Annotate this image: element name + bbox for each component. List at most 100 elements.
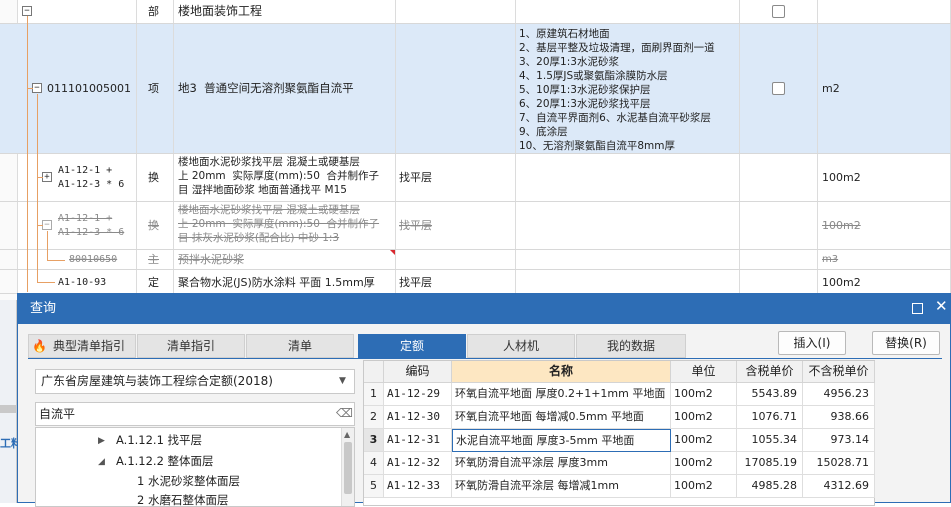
table-row-disabled[interactable] bbox=[0, 250, 951, 270]
side-panel bbox=[0, 300, 17, 503]
type-cell: 换 bbox=[148, 219, 159, 232]
replace-button[interactable]: 替换(R) bbox=[872, 331, 940, 355]
tree-scrollbar[interactable]: ▲ bbox=[341, 428, 354, 506]
name-cell: 地3 普通空间无溶剂聚氨酯自流平 bbox=[178, 81, 354, 95]
collapse-icon[interactable]: − bbox=[22, 6, 32, 16]
column-header-unit[interactable]: 单位 bbox=[671, 361, 737, 383]
code-cell: A1-12-29 bbox=[384, 383, 452, 406]
tree-line bbox=[47, 231, 48, 260]
tab-typical-bill-guide[interactable]: 🔥 典型清单指引 bbox=[28, 334, 136, 358]
dialog-title-bar[interactable]: 查询 ✕ bbox=[18, 294, 950, 324]
column-header-notax-price[interactable]: 不含税单价 bbox=[803, 361, 875, 383]
tax-price-cell: 5543.89 bbox=[737, 383, 803, 406]
unit-cell: 100m2 bbox=[671, 429, 737, 452]
collapse-icon[interactable]: − bbox=[42, 220, 52, 230]
quota-library-value: 广东省房屋建筑与装饰工程综合定额(2018) bbox=[41, 374, 273, 388]
maximize-icon[interactable] bbox=[912, 303, 923, 314]
code-cell: A1-12-31 bbox=[384, 429, 452, 452]
chevron-down-icon[interactable]: ▼ bbox=[339, 375, 346, 388]
notax-price-cell: 938.66 bbox=[803, 406, 875, 429]
tax-price-cell: 1055.34 bbox=[737, 429, 803, 452]
column-header-code[interactable]: 编码 bbox=[384, 361, 452, 383]
tree-node[interactable]: A.1.12.2 整体面层 bbox=[116, 455, 214, 468]
search-input[interactable]: 自流平 ⌫ bbox=[35, 402, 355, 426]
name-cell: 环氧防滑自流平涂层 每增减1mm bbox=[452, 475, 671, 498]
unit-cell: m2 bbox=[822, 82, 840, 95]
feature-description: 1、原建筑石材地面 2、基层平整及垃圾清理，面刷界面剂一道 3、20厚1:3水泥… bbox=[519, 28, 715, 152]
name-cell: 聚合物水泥(JS)防水涂料 平面 1.5mm厚 bbox=[178, 276, 375, 289]
dialog-title: 查询 bbox=[30, 301, 57, 316]
scroll-thumb[interactable] bbox=[344, 442, 352, 494]
name-cell: 环氧自流平地面 厚度0.2+1+1mm 平地面 bbox=[452, 383, 671, 406]
tree-line bbox=[37, 177, 43, 178]
table-row[interactable] bbox=[0, 270, 951, 294]
table-row[interactable]: 1 A1-12-29 环氧自流平地面 厚度0.2+1+1mm 平地面 100m2… bbox=[364, 383, 875, 406]
name-cell-focused[interactable]: 水泥自流平地面 厚度3-5mm 平地面 bbox=[452, 429, 671, 452]
name-cell: 预拌水泥砂浆 bbox=[178, 253, 244, 266]
clear-search-icon[interactable]: ⌫ bbox=[336, 407, 353, 420]
table-row[interactable]: 2 A1-12-30 环氧自流平地面 每增减0.5mm 平地面 100m2 10… bbox=[364, 406, 875, 429]
tab-underline bbox=[28, 358, 942, 359]
unit-cell: 100m2 bbox=[822, 276, 861, 289]
type-cell: 定 bbox=[148, 276, 159, 289]
tree-line bbox=[27, 88, 33, 89]
name-line: 上 20mm 实际厚度(mm):50 合并制作子 bbox=[178, 218, 380, 230]
unit-cell: 100m2 bbox=[671, 452, 737, 475]
flame-icon: 🔥 bbox=[32, 339, 47, 353]
splitter[interactable] bbox=[0, 405, 17, 413]
tree-node[interactable]: 2 水磨石整体面层 bbox=[137, 494, 228, 507]
tree-node[interactable]: A.1.12.1 找平层 bbox=[116, 434, 202, 447]
content-cell: 找平层 bbox=[399, 171, 432, 184]
tab-my-data[interactable]: 我的数据 bbox=[576, 334, 686, 358]
code-cell: A1-10-93 bbox=[58, 277, 107, 288]
collapse-arrow-icon[interactable]: ◢ bbox=[98, 456, 105, 469]
column-header-tax-price[interactable]: 含税单价 bbox=[737, 361, 803, 383]
tree-line bbox=[47, 260, 65, 261]
collapse-icon[interactable]: − bbox=[32, 83, 42, 93]
category-tree: ▶ A.1.12.1 找平层 ◢ A.1.12.2 整体面层 1 水泥砂浆整体面… bbox=[35, 427, 355, 507]
unit-cell: 100m2 bbox=[822, 171, 861, 184]
column-header-name[interactable]: 名称 bbox=[452, 361, 671, 383]
table-row[interactable] bbox=[0, 0, 951, 24]
code-cell: A1-12-33 bbox=[384, 475, 452, 498]
table-row-disabled[interactable] bbox=[0, 202, 951, 250]
code-cell: 011101005001 bbox=[47, 82, 131, 95]
insert-button[interactable]: 插入(I) bbox=[778, 331, 846, 355]
table-row-selected[interactable]: 3 A1-12-31 水泥自流平地面 厚度3-5mm 平地面 100m2 105… bbox=[364, 429, 875, 452]
row-checkbox[interactable] bbox=[772, 82, 785, 95]
tax-price-cell: 4985.28 bbox=[737, 475, 803, 498]
table-row[interactable]: 4 A1-12-32 环氧防滑自流平涂层 厚度3mm 100m2 17085.1… bbox=[364, 452, 875, 475]
tab-bill-guide[interactable]: 清单指引 bbox=[137, 334, 245, 358]
name-line: 上 20mm 实际厚度(mm):50 合并制作子 bbox=[178, 170, 380, 182]
table-row[interactable] bbox=[0, 154, 951, 202]
query-dialog: 查询 ✕ 🔥 典型清单指引 清单指引 清单 定额 人材机 我的数据 插入(I) … bbox=[17, 293, 951, 507]
tab-bill[interactable]: 清单 bbox=[246, 334, 354, 358]
quota-library-select[interactable]: 广东省房屋建筑与装饰工程综合定额(2018) ▼ bbox=[35, 369, 355, 394]
content-cell: 找平层 bbox=[399, 219, 432, 232]
notax-price-cell: 973.14 bbox=[803, 429, 875, 452]
table-row[interactable]: 5 A1-12-33 环氧防滑自流平涂层 每增减1mm 100m2 4985.2… bbox=[364, 475, 875, 498]
close-icon[interactable]: ✕ bbox=[935, 299, 948, 314]
unit-cell: 100m2 bbox=[671, 383, 737, 406]
name-cell: 楼地面装饰工程 bbox=[178, 4, 263, 18]
content-cell: 找平层 bbox=[399, 276, 432, 289]
tab-labor-material-machine[interactable]: 人材机 bbox=[467, 334, 575, 358]
row-checkbox[interactable] bbox=[772, 5, 785, 18]
tax-price-cell: 1076.71 bbox=[737, 406, 803, 429]
budget-grid: 0 − 部 楼地面装饰工程 − 011101005001 项 地3 普通空间无溶… bbox=[0, 0, 951, 300]
name-line: 楼地面水泥砂浆找平层 混凝土或硬基层 bbox=[178, 156, 360, 168]
table-row-selected[interactable] bbox=[0, 24, 951, 154]
unit-cell: 100m2 bbox=[671, 406, 737, 429]
scroll-up-icon[interactable]: ▲ bbox=[344, 428, 350, 441]
expand-icon[interactable]: + bbox=[42, 172, 52, 182]
tab-quota[interactable]: 定额 bbox=[358, 334, 466, 358]
unit-cell: 100m2 bbox=[822, 219, 861, 232]
unit-cell: m3 bbox=[822, 254, 839, 265]
tree-line bbox=[27, 16, 28, 292]
tree-node[interactable]: 1 水泥砂浆整体面层 bbox=[137, 475, 240, 488]
name-cell: 环氧自流平地面 每增减0.5mm 平地面 bbox=[452, 406, 671, 429]
tree-line bbox=[37, 94, 38, 282]
expand-arrow-icon[interactable]: ▶ bbox=[98, 435, 105, 448]
code-line: A1-12-1 + bbox=[58, 165, 113, 176]
code-cell: A1-12-32 bbox=[384, 452, 452, 475]
